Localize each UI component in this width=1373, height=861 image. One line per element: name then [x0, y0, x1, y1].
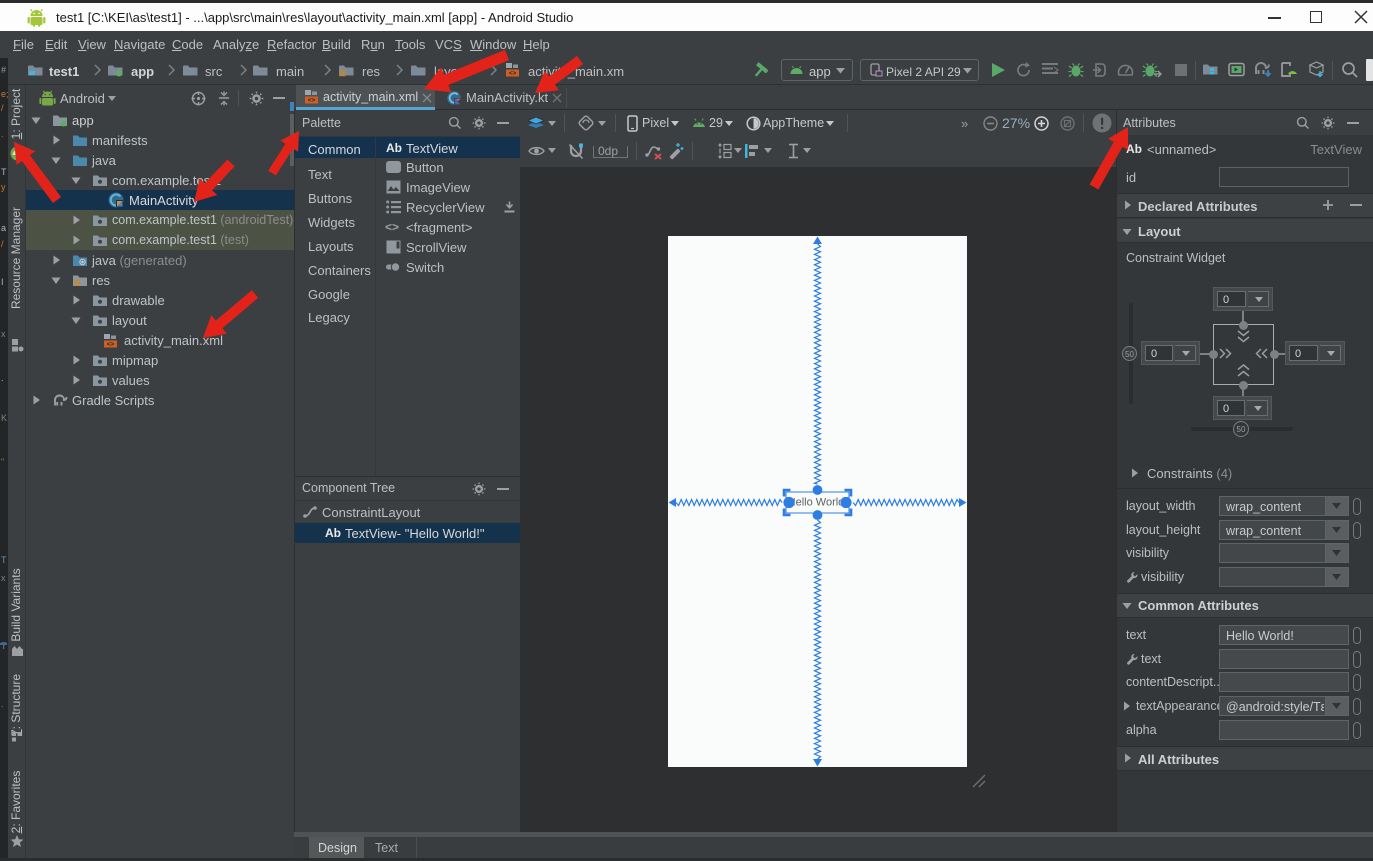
svg-text:Hello World!: Hello World! — [788, 497, 848, 509]
svg-text:<>: <> — [107, 341, 115, 348]
svg-text:<>: <> — [509, 70, 517, 77]
svg-text:<>: <> — [308, 97, 316, 104]
